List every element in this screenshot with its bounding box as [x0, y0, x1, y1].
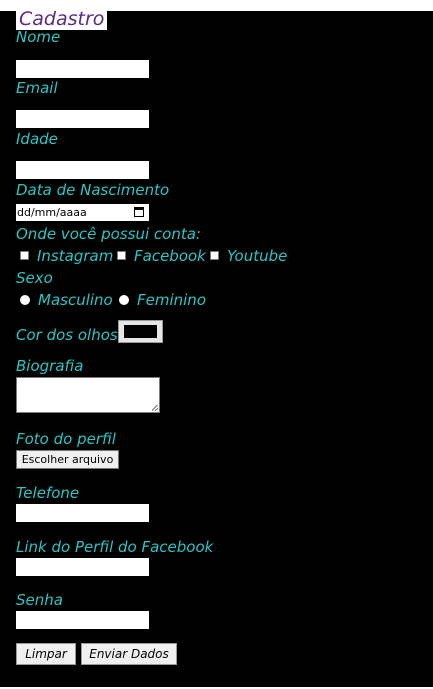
youtube-checkbox[interactable]: [210, 251, 219, 260]
facebook-checkbox[interactable]: [117, 251, 126, 260]
olhos-color-picker[interactable]: [118, 320, 163, 343]
contas-label: Onde você possui conta:: [16, 225, 201, 243]
nome-label: Nome: [16, 28, 61, 46]
feminino-label: Feminino: [137, 291, 206, 309]
file-upload-button[interactable]: Escolher arquivo: [16, 450, 119, 469]
form-legend: Cadastro: [16, 8, 108, 30]
nascimento-label: Data de Nascimento: [16, 181, 170, 199]
masculino-radio[interactable]: [20, 295, 30, 305]
facebook-link-input[interactable]: [16, 558, 149, 576]
bio-textarea[interactable]: [16, 377, 160, 413]
nome-input[interactable]: [16, 60, 149, 78]
email-input[interactable]: [16, 110, 149, 128]
youtube-label: Youtube: [227, 247, 288, 265]
olhos-label: Cor dos olhos: [16, 326, 118, 344]
facebook-link-label: Link do Perfil do Facebook: [16, 538, 214, 556]
masculino-label: Masculino: [38, 291, 113, 309]
telefone-input[interactable]: [16, 504, 149, 522]
nascimento-date-input[interactable]: dd/mm/aaaa: [16, 204, 149, 221]
senha-input[interactable]: [16, 611, 149, 629]
senha-label: Senha: [16, 591, 63, 609]
cadastro-form: Cadastro Nome Email Idade Data de Nascim…: [0, 8, 433, 689]
limpar-button[interactable]: Limpar: [16, 643, 76, 665]
email-label: Email: [16, 79, 58, 97]
idade-label: Idade: [16, 130, 58, 148]
color-swatch-fill: [124, 325, 157, 338]
enviar-button[interactable]: Enviar Dados: [81, 643, 177, 665]
bio-label: Biografia: [16, 357, 84, 375]
facebook-label: Facebook: [134, 247, 206, 265]
foto-label: Foto do perfil: [16, 430, 116, 448]
instagram-checkbox[interactable]: [20, 251, 29, 260]
telefone-label: Telefone: [16, 484, 80, 502]
instagram-label: Instagram: [37, 247, 114, 265]
feminino-radio[interactable]: [119, 295, 129, 305]
calendar-icon[interactable]: [134, 207, 144, 217]
date-placeholder: dd/mm/aaaa: [17, 206, 87, 219]
sexo-label: Sexo: [16, 269, 53, 287]
resize-handle-icon[interactable]: [152, 405, 158, 411]
idade-input[interactable]: [16, 161, 149, 179]
